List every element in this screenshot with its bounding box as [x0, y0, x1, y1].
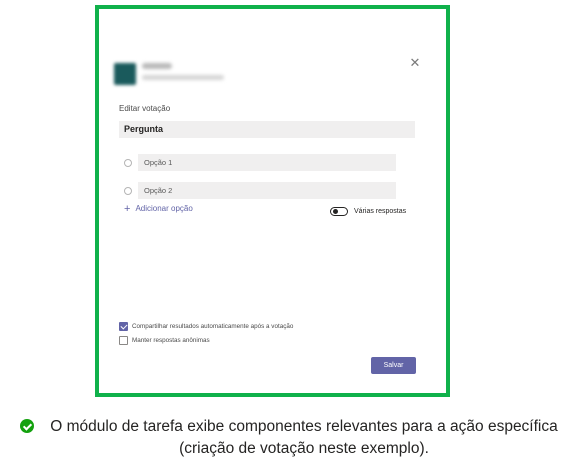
multiple-responses-label: Várias respostas	[354, 208, 407, 216]
app-name-blurred	[142, 63, 172, 69]
option-2-input[interactable]: Opção 2	[138, 182, 396, 199]
app-icon-blurred	[114, 63, 136, 85]
toggle-switch[interactable]	[330, 207, 348, 217]
app-subtitle-blurred	[142, 75, 224, 80]
option-1-radio-icon	[124, 159, 132, 167]
toggle-knob	[333, 209, 338, 215]
share-results-checkbox-row[interactable]: Compartilhar resultados automaticamente …	[119, 322, 293, 331]
highlight-frame: ✕ Editar votação Pergunta Opção 1 Opção …	[95, 5, 450, 397]
add-option-label: Adicionar opção	[135, 204, 193, 213]
share-results-label: Compartilhar resultados automaticamente …	[132, 323, 294, 330]
question-input[interactable]: Pergunta	[119, 121, 415, 138]
add-option-button[interactable]: + Adicionar opção	[124, 203, 193, 215]
share-results-checkbox[interactable]	[119, 322, 128, 331]
option-1-input[interactable]: Opção 1	[138, 154, 396, 171]
anonymous-checkbox-row[interactable]: Manter respostas anônimas	[119, 336, 210, 345]
anonymous-label: Manter respostas anônimas	[132, 337, 210, 344]
save-button[interactable]: Salvar	[371, 357, 416, 374]
option-2-radio-icon	[124, 187, 132, 195]
multiple-responses-toggle[interactable]: Várias respostas	[330, 203, 406, 221]
close-icon[interactable]: ✕	[408, 56, 422, 70]
task-module-dialog: ✕ Editar votação Pergunta Opção 1 Opção …	[114, 32, 425, 384]
checkmark-icon	[120, 322, 128, 330]
plus-icon: +	[124, 203, 131, 215]
dialog-heading: Editar votação	[119, 104, 171, 113]
caption-text: O módulo de tarefa exibe componentes rel…	[50, 418, 558, 457]
check-circle-icon	[20, 419, 34, 433]
anonymous-checkbox[interactable]	[119, 336, 128, 345]
